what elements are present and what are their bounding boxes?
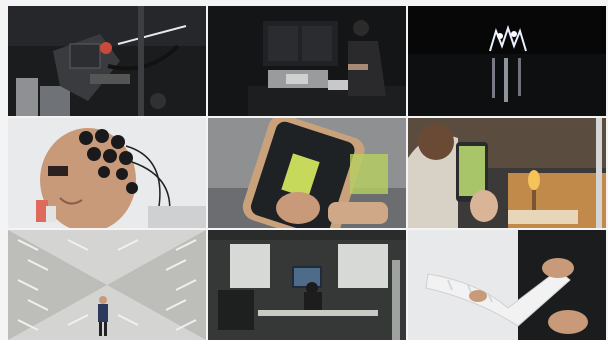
anechoic-chamber-icon xyxy=(8,230,206,340)
tile-light-figure[interactable] xyxy=(408,6,606,116)
light-figure-icon xyxy=(408,6,606,116)
phone-app-icon xyxy=(208,118,406,228)
tile-arm-prosthesis[interactable] xyxy=(408,230,606,340)
tile-eeg-headset[interactable] xyxy=(8,118,206,228)
tile-phone-app[interactable] xyxy=(208,118,406,228)
photo-mosaic xyxy=(8,6,606,340)
eeg-headset-icon xyxy=(8,118,206,228)
tile-robotic-apparatus[interactable] xyxy=(8,6,206,116)
robotic-apparatus-icon xyxy=(8,6,206,116)
tile-office-desk[interactable] xyxy=(208,230,406,340)
tile-phone-photo[interactable] xyxy=(408,118,606,228)
arm-prosthesis-icon xyxy=(408,230,606,340)
tile-anechoic-chamber[interactable] xyxy=(8,230,206,340)
workshop-person-icon xyxy=(208,6,406,116)
office-desk-icon xyxy=(208,230,406,340)
phone-photo-icon xyxy=(408,118,606,228)
tile-workshop-person[interactable] xyxy=(208,6,406,116)
